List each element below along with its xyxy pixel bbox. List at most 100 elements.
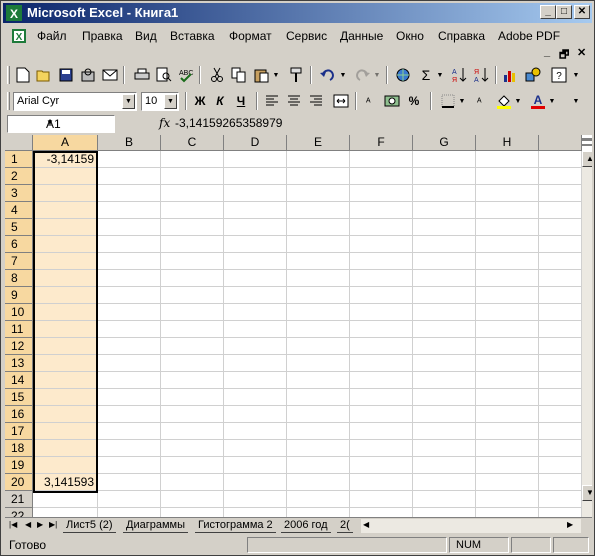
cell-c16[interactable]: [161, 406, 224, 423]
italic-button[interactable]: К: [211, 92, 229, 110]
sheet-tab[interactable]: 2(: [337, 518, 353, 533]
cell-f18[interactable]: [350, 440, 413, 457]
column-header-c[interactable]: C: [161, 135, 224, 151]
cell-e18[interactable]: [287, 440, 350, 457]
cell-a1[interactable]: -3,14159: [33, 151, 98, 168]
cell-filler[interactable]: [539, 338, 582, 355]
cell-h20[interactable]: [476, 474, 539, 491]
cell-e14[interactable]: [287, 372, 350, 389]
cell-f15[interactable]: [350, 389, 413, 406]
cell-a9[interactable]: [33, 287, 98, 304]
cell-g1[interactable]: [413, 151, 476, 168]
cell-e8[interactable]: [287, 270, 350, 287]
cell-a11[interactable]: [33, 321, 98, 338]
cell-filler[interactable]: [539, 253, 582, 270]
cell-f3[interactable]: [350, 185, 413, 202]
cell-f1[interactable]: [350, 151, 413, 168]
cell-a20[interactable]: 3,141593: [33, 474, 98, 491]
menu-tools[interactable]: Сервис: [286, 29, 327, 43]
scroll-left-icon[interactable]: ◀: [363, 520, 369, 529]
cell-filler[interactable]: [539, 151, 582, 168]
cell-g10[interactable]: [413, 304, 476, 321]
cell-a7[interactable]: [33, 253, 98, 270]
cell-filler[interactable]: [539, 236, 582, 253]
row-header-5[interactable]: 5: [5, 219, 33, 236]
prev-sheet-icon[interactable]: ◀: [25, 520, 31, 529]
cell-g2[interactable]: [413, 168, 476, 185]
cell-b15[interactable]: [98, 389, 161, 406]
cell-d12[interactable]: [224, 338, 287, 355]
hyperlink-icon[interactable]: [394, 66, 412, 84]
cell-e4[interactable]: [287, 202, 350, 219]
currency-style-icon[interactable]: ᴬ: [363, 92, 381, 110]
cell-c15[interactable]: [161, 389, 224, 406]
column-header-e[interactable]: E: [287, 135, 350, 151]
font-color-dropdown-icon[interactable]: ▼: [547, 92, 557, 110]
spelling-icon[interactable]: ABC: [177, 66, 195, 84]
permission-icon[interactable]: [79, 66, 97, 84]
close-button[interactable]: ✕: [574, 5, 590, 19]
formula-input[interactable]: -3,14159265358979: [175, 116, 282, 130]
copy-icon[interactable]: [230, 66, 248, 84]
align-right-icon[interactable]: [307, 92, 325, 110]
cell-a15[interactable]: [33, 389, 98, 406]
cell-f5[interactable]: [350, 219, 413, 236]
cell-e16[interactable]: [287, 406, 350, 423]
cell-c10[interactable]: [161, 304, 224, 321]
fill-color-icon[interactable]: [495, 92, 513, 110]
cell-filler[interactable]: [539, 270, 582, 287]
cell-c1[interactable]: [161, 151, 224, 168]
cell-g5[interactable]: [413, 219, 476, 236]
cell-d13[interactable]: [224, 355, 287, 372]
cell-h18[interactable]: [476, 440, 539, 457]
save-icon[interactable]: [57, 66, 75, 84]
cell-d8[interactable]: [224, 270, 287, 287]
euro-style-icon[interactable]: [383, 92, 401, 110]
cell-h13[interactable]: [476, 355, 539, 372]
maximize-button[interactable]: □: [556, 5, 572, 19]
cell-g13[interactable]: [413, 355, 476, 372]
cell-c3[interactable]: [161, 185, 224, 202]
cell-d9[interactable]: [224, 287, 287, 304]
cell-a4[interactable]: [33, 202, 98, 219]
cell-filler[interactable]: [539, 287, 582, 304]
menu-format[interactable]: Формат: [229, 29, 272, 43]
cell-e11[interactable]: [287, 321, 350, 338]
cell-a19[interactable]: [33, 457, 98, 474]
cell-b7[interactable]: [98, 253, 161, 270]
row-header-13[interactable]: 13: [5, 355, 33, 372]
cell-c11[interactable]: [161, 321, 224, 338]
doc-close-button[interactable]: ✕: [577, 46, 586, 59]
cell-e13[interactable]: [287, 355, 350, 372]
doc-minimize-button[interactable]: _: [544, 46, 550, 58]
row-header-4[interactable]: 4: [5, 202, 33, 219]
cell-e9[interactable]: [287, 287, 350, 304]
next-sheet-icon[interactable]: ▶: [37, 520, 43, 529]
column-header-h[interactable]: H: [476, 135, 539, 151]
row-header-8[interactable]: 8: [5, 270, 33, 287]
cell-e7[interactable]: [287, 253, 350, 270]
cell-d22[interactable]: [224, 508, 287, 517]
print-icon[interactable]: [133, 66, 151, 84]
bold-button[interactable]: Ж: [191, 92, 209, 110]
name-box[interactable]: A1 ▼: [7, 115, 115, 133]
cell-filler[interactable]: [539, 168, 582, 185]
row-header-1[interactable]: 1: [5, 151, 33, 168]
row-header-21[interactable]: 21: [5, 491, 33, 508]
scroll-right-icon[interactable]: ▶: [567, 520, 573, 529]
cell-g17[interactable]: [413, 423, 476, 440]
cell-h7[interactable]: [476, 253, 539, 270]
toolbar-options-icon[interactable]: ▼: [571, 66, 581, 84]
merge-center-icon[interactable]: [332, 92, 350, 110]
cell-h3[interactable]: [476, 185, 539, 202]
percent-style-button[interactable]: %: [405, 92, 423, 110]
column-header-d[interactable]: D: [224, 135, 287, 151]
cell-h14[interactable]: [476, 372, 539, 389]
cell-h5[interactable]: [476, 219, 539, 236]
chevron-down-icon[interactable]: ▼: [164, 94, 177, 109]
column-header-a[interactable]: A: [33, 135, 98, 151]
cell-a18[interactable]: [33, 440, 98, 457]
cell-c20[interactable]: [161, 474, 224, 491]
cell-b22[interactable]: [98, 508, 161, 517]
cell-g12[interactable]: [413, 338, 476, 355]
